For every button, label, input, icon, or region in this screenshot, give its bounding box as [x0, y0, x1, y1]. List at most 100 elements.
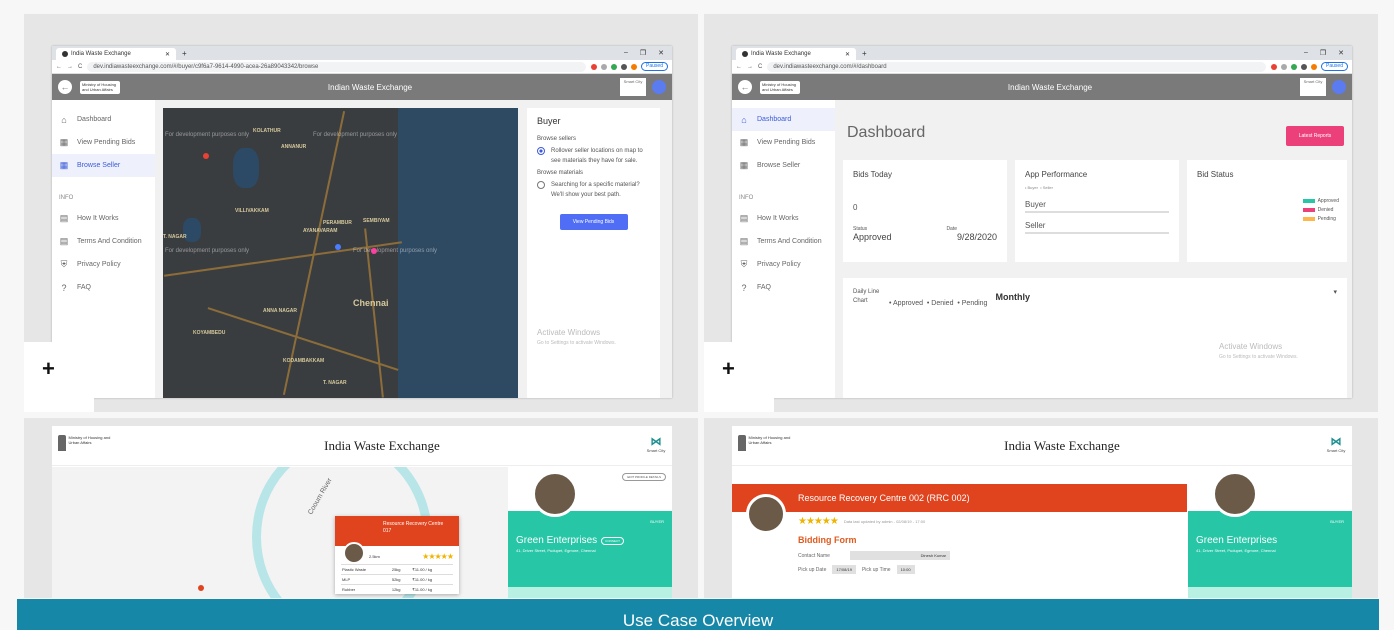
maximize-icon[interactable]: ❐: [640, 49, 646, 57]
activate-windows-notice: Activate Windows Go to Settings to activa…: [537, 328, 616, 346]
map-pin-icon[interactable]: [371, 248, 377, 254]
grid-icon: ▦: [59, 160, 69, 170]
rrc-popup[interactable]: Resource Recovery Centre 017 2.5km ★★★★★…: [335, 516, 459, 594]
contact-name-field[interactable]: Dinesh Kumar: [850, 551, 950, 560]
page-title: India Waste Exchange: [324, 437, 440, 453]
sidebar-item-terms[interactable]: ▤ Terms And Condition: [52, 230, 155, 253]
browser-tab[interactable]: India Waste Exchange ✕: [736, 48, 856, 60]
ministry-logo: Ministry of Housing and Urban Affairs: [80, 80, 120, 94]
buyer-name: Green Enterprises: [1196, 535, 1278, 546]
connect-button[interactable]: CONNECT: [601, 536, 624, 545]
expand-plus-button[interactable]: +: [24, 342, 94, 412]
minimize-icon[interactable]: –: [1304, 49, 1308, 57]
map-watermark: For development purposes only: [165, 248, 250, 254]
chevron-down-icon[interactable]: ▾: [1333, 288, 1337, 296]
sidebar-item-how-it-works[interactable]: ▤ How It Works: [52, 207, 155, 230]
shield-icon: ⛨: [60, 259, 68, 269]
map-watermark: For development purposes only: [165, 132, 250, 138]
back-nav-icon[interactable]: ←: [736, 64, 742, 70]
browser-window: India Waste Exchange ✕ + – ❐ ✕ ← → C dev…: [52, 46, 672, 398]
expand-plus-button[interactable]: +: [704, 342, 774, 412]
back-arrow-icon[interactable]: ←: [738, 80, 752, 94]
screenshot-tile-dashboard[interactable]: India Waste Exchange ✕ + – ❐ ✕ ← → C dev…: [704, 14, 1378, 412]
back-nav-icon[interactable]: ←: [56, 64, 62, 70]
forward-nav-icon[interactable]: →: [747, 64, 753, 70]
latest-reports-button[interactable]: Latest Reports: [1286, 126, 1344, 146]
page-header: Ministry of Housing and Urban Affairs In…: [52, 426, 672, 466]
back-arrow-icon[interactable]: ←: [58, 80, 72, 94]
extension-icon[interactable]: [1271, 63, 1278, 70]
sidebar-item-privacy[interactable]: ⛨ Privacy Policy: [52, 253, 155, 276]
close-tab-icon[interactable]: ✕: [845, 51, 850, 58]
edit-profile-button[interactable]: EDIT PROFILE DETAILS: [622, 473, 666, 481]
app-header: ← Ministry of Housing and Urban Affairs …: [52, 74, 672, 100]
ministry-logo: Ministry of Housing and Urban Affairs: [760, 80, 800, 94]
sidebar-item-view-pending-bids[interactable]: ▦ View Pending Bids: [52, 131, 155, 154]
sidebar-item-dashboard[interactable]: ⌂ Dashboard: [732, 108, 835, 131]
new-tab-icon[interactable]: +: [862, 49, 867, 58]
user-avatar[interactable]: [1332, 80, 1346, 94]
new-tab-icon[interactable]: +: [182, 49, 187, 58]
close-window-icon[interactable]: ✕: [1338, 49, 1344, 57]
browser-tab[interactable]: India Waste Exchange ✕: [56, 48, 176, 60]
sidebar-item-browse-seller[interactable]: ▦ Browse Seller: [732, 154, 835, 177]
browse-sellers-option[interactable]: Rollover seller locations on map to see …: [537, 146, 650, 166]
pickup-time-field[interactable]: 10:00: [896, 565, 915, 574]
extension-icon[interactable]: [611, 63, 618, 70]
paused-badge[interactable]: Paused: [641, 62, 668, 71]
shield-icon: ⛨: [740, 259, 748, 269]
profile-avatar[interactable]: [631, 63, 638, 70]
close-tab-icon[interactable]: ✕: [165, 51, 170, 58]
reload-icon[interactable]: C: [78, 64, 82, 70]
sidebar-item-privacy[interactable]: ⛨ Privacy Policy: [732, 253, 835, 276]
map-pin-icon[interactable]: [335, 244, 341, 250]
radio-selected-icon[interactable]: [537, 147, 545, 155]
map-pin-icon[interactable]: [198, 585, 204, 591]
sidebar-item-browse-seller[interactable]: ▦ Browse Seller: [52, 154, 155, 177]
extension-icon[interactable]: [591, 63, 598, 70]
extension-icon[interactable]: [1291, 63, 1298, 70]
dashboard-content: Dashboard Latest Reports Bids Today 0 St…: [835, 100, 1352, 398]
sidebar-item-faq[interactable]: ? FAQ: [52, 276, 155, 299]
profile-avatar[interactable]: [1311, 63, 1318, 70]
star-icon[interactable]: [1281, 63, 1288, 70]
map-pin-icon[interactable]: [203, 153, 209, 159]
sidebar-item-view-pending-bids[interactable]: ▦ View Pending Bids: [732, 131, 835, 154]
buyer-title: Buyer: [537, 116, 561, 126]
minimize-icon[interactable]: –: [624, 49, 628, 57]
url-input[interactable]: dev.indiawasteexchange.com/#/buyer/c9f6a…: [87, 61, 587, 72]
extension-icon[interactable]: [1301, 63, 1308, 70]
rrc-avatar: [343, 542, 365, 564]
maximize-icon[interactable]: ❐: [1320, 49, 1326, 57]
browse-materials-option[interactable]: Searching for a specific material? We'll…: [537, 180, 650, 200]
view-pending-bids-button[interactable]: View Pending Bids: [559, 214, 628, 230]
sidebar-item-dashboard[interactable]: ⌂ Dashboard: [52, 108, 155, 131]
activate-windows-notice: Activate Windows Go to Settings to activa…: [1219, 342, 1298, 360]
help-icon: ?: [61, 282, 67, 293]
screenshot-tile-street-map[interactable]: Ministry of Housing and Urban Affairs In…: [24, 418, 698, 598]
city-map[interactable]: For development purposes only For develo…: [163, 108, 518, 398]
sidebar-item-faq[interactable]: ? FAQ: [732, 276, 835, 299]
emblem-icon: [58, 434, 66, 451]
screenshot-tile-bidding[interactable]: Ministry of Housing and Urban Affairs In…: [704, 418, 1378, 598]
radio-icon[interactable]: [537, 181, 545, 189]
grid-icon: ▦: [739, 137, 749, 147]
smart-city-logo: Smart City: [620, 78, 646, 96]
reload-icon[interactable]: C: [758, 64, 762, 70]
url-input[interactable]: dev.indiawasteexchange.com/#/dashboard: [767, 61, 1267, 72]
map-watermark: For development purposes only: [353, 248, 438, 254]
pickup-date-field[interactable]: 17/08/19: [832, 565, 856, 574]
sidebar-item-how-it-works[interactable]: ▤ How It Works: [732, 207, 835, 230]
table-row: MLP 52kg ₹11.00 / kg: [341, 574, 453, 585]
user-avatar[interactable]: [652, 80, 666, 94]
close-window-icon[interactable]: ✕: [658, 49, 664, 57]
period-select[interactable]: Monthly: [995, 292, 1030, 302]
browse-sellers-label: Browse sellers: [537, 136, 577, 142]
bids-today-card: Bids Today 0 Status Date Approved 9/28/2…: [843, 160, 1007, 262]
sidebar-item-terms[interactable]: ▤ Terms And Condition: [732, 230, 835, 253]
paused-badge[interactable]: Paused: [1321, 62, 1348, 71]
screenshot-tile-map[interactable]: India Waste Exchange ✕ + – ❐ ✕ ← → C dev…: [24, 14, 698, 412]
forward-nav-icon[interactable]: →: [67, 64, 73, 70]
star-icon[interactable]: [601, 63, 608, 70]
extension-icon[interactable]: [621, 63, 628, 70]
